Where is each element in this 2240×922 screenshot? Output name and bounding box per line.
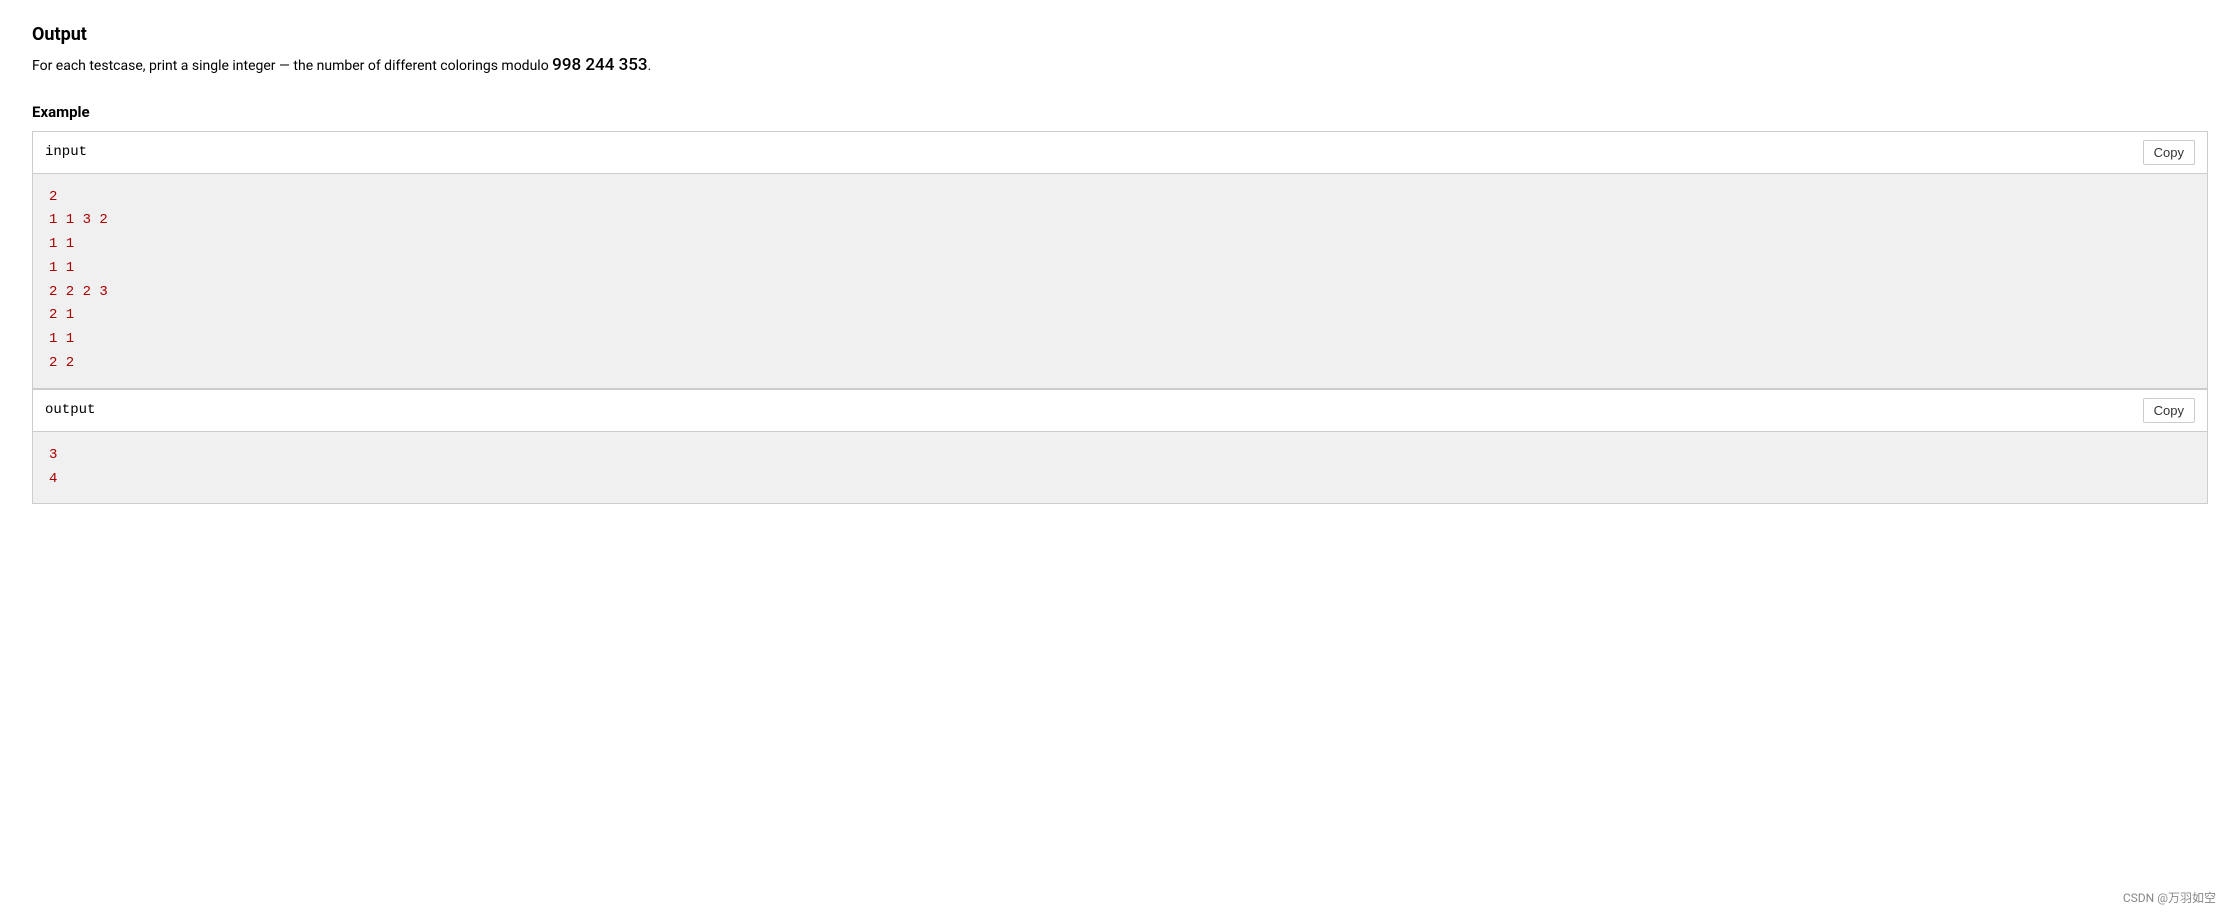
footer-credit: CSDN @万羽如空: [2123, 889, 2216, 906]
description-prefix: For each testcase, print a single intege…: [32, 58, 552, 74]
example-section: Example input Copy 21 1 3 21 11 12 2 2 3…: [32, 103, 2208, 505]
output-copy-button[interactable]: Copy: [2143, 398, 2195, 423]
example-title: Example: [32, 103, 2208, 121]
output-section: Output For each testcase, print a single…: [32, 24, 2208, 79]
input-header: input Copy: [33, 132, 2207, 174]
input-line: 2: [49, 186, 2191, 210]
modulo-number: 998 244 353: [552, 55, 647, 75]
input-block: input Copy 21 1 3 21 11 12 2 2 32 11 12 …: [32, 131, 2208, 389]
output-header: output Copy: [33, 390, 2207, 432]
input-line: 1 1: [49, 233, 2191, 257]
input-body: 21 1 3 21 11 12 2 2 32 11 12 2: [33, 174, 2207, 388]
input-line: 1 1 3 2: [49, 209, 2191, 233]
output-line: 4: [49, 468, 2191, 492]
input-line: 2 2: [49, 352, 2191, 376]
input-line: 2 1: [49, 304, 2191, 328]
input-line: 1 1: [49, 328, 2191, 352]
output-block: output Copy 34: [32, 389, 2208, 505]
input-line: 2 2 2 3: [49, 281, 2191, 305]
input-copy-button[interactable]: Copy: [2143, 140, 2195, 165]
output-label: output: [45, 402, 95, 418]
output-title: Output: [32, 24, 2208, 45]
output-line: 3: [49, 444, 2191, 468]
output-body: 34: [33, 432, 2207, 504]
input-line: 1 1: [49, 257, 2191, 281]
description-suffix: .: [648, 58, 652, 74]
output-description: For each testcase, print a single intege…: [32, 53, 2208, 79]
input-label: input: [45, 144, 87, 160]
